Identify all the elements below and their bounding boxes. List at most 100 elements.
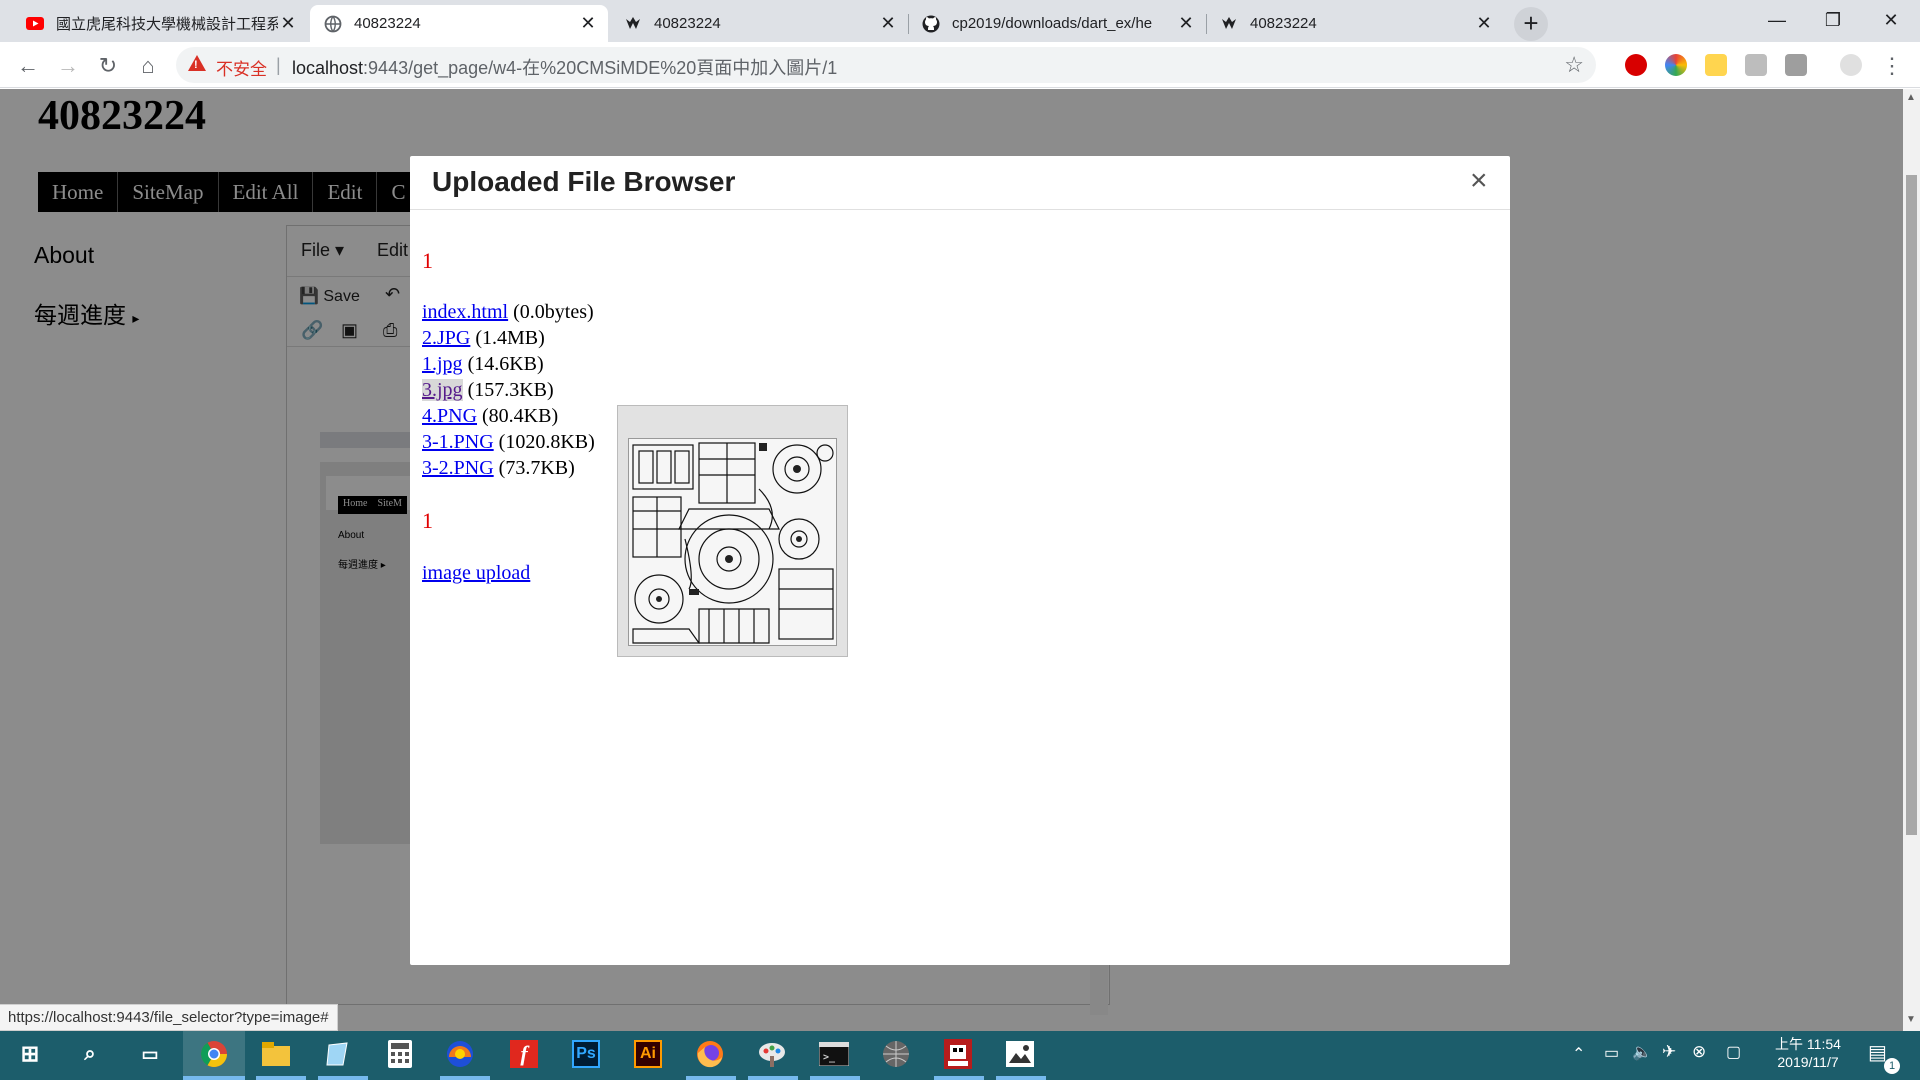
close-icon[interactable]: ✕	[1176, 13, 1196, 34]
close-icon[interactable]: ✕	[1474, 13, 1494, 34]
tab-title: 國立虎尾科技大學機械設計工程系	[56, 16, 278, 33]
modal-title: Uploaded File Browser	[432, 166, 736, 197]
file-row: 4.PNG (80.4KB)	[422, 405, 558, 428]
file-size: (1020.8KB)	[498, 431, 595, 453]
file-size: (0.0bytes)	[513, 301, 594, 323]
tab-title: cp2019/downloads/dart_ex/he	[952, 15, 1153, 32]
forward-icon[interactable]: →	[54, 52, 82, 80]
modal-header: Uploaded File Browser ×	[410, 156, 1510, 210]
task-view-icon[interactable]: ▭	[132, 1036, 168, 1072]
file-row: 3.jpg (157.3KB)	[422, 379, 554, 402]
scrollbar-thumb[interactable]	[1906, 175, 1917, 835]
window-close-button[interactable]: ✕	[1866, 4, 1916, 36]
file-link[interactable]: 3-2.PNG	[422, 457, 494, 479]
image-upload-link[interactable]: image upload	[422, 562, 530, 585]
engine-drawing-image	[628, 438, 837, 646]
file-browser-modal: Uploaded File Browser × 1 index.html (0.…	[410, 156, 1510, 965]
game-icon[interactable]	[940, 1036, 976, 1072]
file-link-hovered[interactable]: 3.jpg	[422, 379, 463, 401]
firefox-icon[interactable]	[692, 1036, 728, 1072]
bookmark-star-icon[interactable]: ☆	[1564, 52, 1584, 78]
tray-overflow-icon[interactable]: ⌃	[1572, 1044, 1585, 1064]
inner-scrollbar[interactable]	[1090, 965, 1108, 1015]
menu-dots-icon[interactable]: ⋮	[1878, 52, 1906, 80]
smart-icon[interactable]	[1705, 54, 1727, 76]
file-size: (14.6KB)	[467, 353, 544, 375]
close-icon[interactable]: ✕	[878, 13, 898, 34]
address-bar[interactable]: ! 不安全 | localhost:9443/get_page/w4-在%20C…	[176, 47, 1596, 83]
photos-icon[interactable]	[1002, 1036, 1038, 1072]
ubuntu-icon[interactable]	[442, 1036, 478, 1072]
file-row: index.html (0.0bytes)	[422, 301, 594, 324]
chrome-icon[interactable]	[196, 1036, 232, 1072]
tab-cmsimde-2[interactable]: 40823224 ✕	[1206, 5, 1504, 42]
input-method-icon[interactable]: ▢	[1726, 1042, 1741, 1062]
cmsimde-icon	[624, 15, 642, 33]
reload-icon[interactable]: ↻	[94, 52, 122, 80]
drive-icon[interactable]	[1785, 54, 1807, 76]
scroll-up-icon[interactable]: ▲	[1906, 92, 1916, 103]
abp-icon[interactable]	[1625, 54, 1647, 76]
paint-icon[interactable]	[754, 1036, 790, 1072]
file-row: 1.jpg (14.6KB)	[422, 353, 544, 376]
ext-icon[interactable]	[1745, 54, 1767, 76]
close-icon[interactable]: ✕	[278, 13, 298, 34]
notification-badge: 1	[1884, 1058, 1900, 1074]
file-size: (80.4KB)	[482, 405, 559, 427]
clock-date: 2019/11/7	[1777, 1054, 1839, 1070]
globe-icon	[324, 15, 342, 33]
file-row: 3-1.PNG (1020.8KB)	[422, 431, 595, 454]
tab-youtube[interactable]: 國立虎尾科技大學機械設計工程系 ✕	[12, 5, 308, 42]
file-link[interactable]: 4.PNG	[422, 405, 477, 427]
youtube-icon	[26, 15, 44, 33]
clock-time: 上午 11:54	[1775, 1036, 1841, 1052]
clock[interactable]: 上午 11:54 2019/11/7	[1770, 1034, 1846, 1070]
battery-icon[interactable]: ▭	[1604, 1043, 1619, 1063]
tab-active[interactable]: 40823224 ✕	[310, 5, 608, 42]
url-text[interactable]: localhost:9443/get_page/w4-在%20CMSiMDE%2…	[292, 54, 837, 80]
page-number-top[interactable]: 1	[422, 248, 433, 274]
flash-icon[interactable]: f	[506, 1036, 542, 1072]
profile-icon[interactable]	[1840, 54, 1862, 76]
file-link[interactable]: index.html	[422, 301, 508, 323]
close-icon[interactable]: ✕	[578, 13, 598, 34]
illustrator-icon[interactable]: Ai	[630, 1036, 666, 1072]
home-icon[interactable]: ⌂	[134, 52, 162, 80]
minimize-button[interactable]: —	[1752, 4, 1802, 36]
insecure-label: 不安全	[216, 60, 267, 79]
file-size: (1.4MB)	[475, 327, 545, 349]
svg-text:>_: >_	[823, 1052, 836, 1063]
github-icon	[922, 15, 940, 33]
tab-cmsimde[interactable]: 40823224 ✕	[610, 5, 908, 42]
back-icon[interactable]: ←	[14, 52, 42, 80]
windows-start-icon[interactable]: ⊞	[12, 1036, 48, 1072]
terminal-icon[interactable]: >_	[816, 1036, 852, 1072]
photoshop-icon[interactable]: Ps	[568, 1036, 604, 1072]
tab-title: 40823224	[354, 15, 421, 32]
file-size: (73.7KB)	[498, 457, 575, 479]
page-number-bottom[interactable]: 1	[422, 508, 433, 534]
search-icon[interactable]: ⌕	[72, 1036, 108, 1072]
file-link[interactable]: 3-1.PNG	[422, 431, 494, 453]
network-disconnected-icon[interactable]: ⊗	[1692, 1042, 1706, 1062]
scroll-down-icon[interactable]: ▼	[1906, 1014, 1916, 1025]
file-explorer-icon[interactable]	[258, 1036, 294, 1072]
file-link[interactable]: 1.jpg	[422, 353, 463, 375]
sphere-icon[interactable]	[878, 1036, 914, 1072]
cmsimde-icon	[1220, 15, 1238, 33]
color-icon[interactable]	[1665, 54, 1687, 76]
new-tab-button[interactable]: +	[1514, 7, 1548, 41]
file-row: 3-2.PNG (73.7KB)	[422, 457, 575, 480]
file-size: (157.3KB)	[467, 379, 554, 401]
file-link[interactable]: 2.JPG	[422, 327, 470, 349]
notepad-icon[interactable]	[320, 1036, 356, 1072]
volume-icon[interactable]: 🔈	[1632, 1042, 1652, 1062]
tab-title: 40823224	[1250, 15, 1317, 32]
calculator-icon[interactable]	[382, 1036, 418, 1072]
modal-close-icon[interactable]: ×	[1470, 164, 1488, 198]
file-row: 2.JPG (1.4MB)	[422, 327, 545, 350]
airplane-mode-icon[interactable]: ✈	[1662, 1042, 1676, 1062]
maximize-button[interactable]: ❐	[1808, 4, 1858, 36]
tab-github[interactable]: cp2019/downloads/dart_ex/he ✕	[908, 5, 1206, 42]
tab-strip: 國立虎尾科技大學機械設計工程系 ✕ 40823224 ✕ 40823224 ✕ …	[0, 0, 1920, 42]
